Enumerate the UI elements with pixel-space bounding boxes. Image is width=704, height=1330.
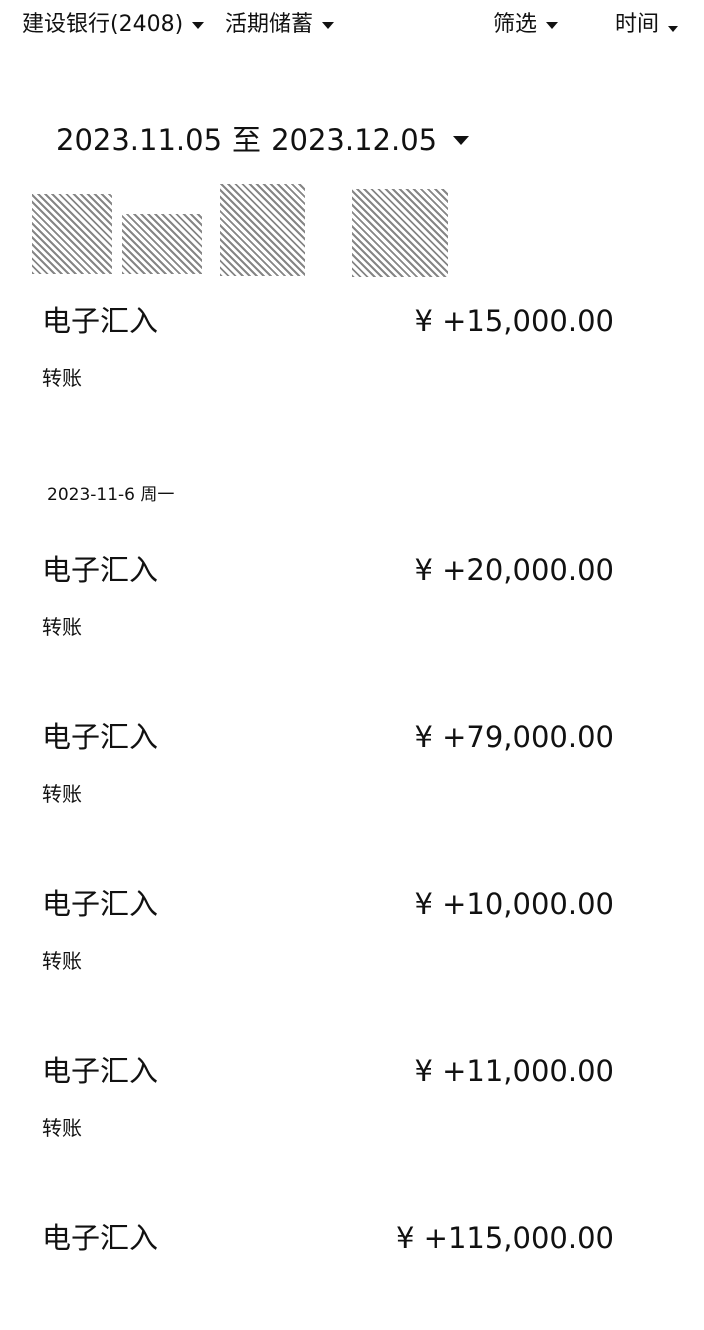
date-range-end: 2023.12.05 [271, 123, 438, 157]
transaction-title: 电子汇入 [42, 887, 159, 921]
chevron-down-icon [546, 21, 559, 29]
transaction-title: 电子汇入 [42, 553, 159, 587]
transaction-title: 电子汇入 [42, 1054, 159, 1088]
top-filter-bar: 建设银行(2408) 活期储蓄 筛选 时间 [0, 0, 704, 52]
transaction-row[interactable]: 电子汇入 ¥ +10,000.00 转账 [0, 886, 704, 996]
chevron-down-icon [453, 135, 470, 145]
transaction-row[interactable]: 电子汇入 ¥ +15,000.00 转账 [0, 303, 704, 413]
transaction-amount: ¥ +20,000.00 [414, 553, 614, 587]
account-type-label: 活期储蓄 [225, 12, 314, 37]
transaction-amount: ¥ +11,000.00 [414, 1054, 614, 1088]
transaction-type: 转账 [42, 615, 82, 639]
redacted-area [32, 184, 212, 284]
transaction-amount: ¥ +79,000.00 [414, 720, 614, 754]
transaction-row[interactable]: 电子汇入 ¥ +20,000.00 转账 [0, 552, 704, 662]
account-type-dropdown[interactable]: 活期储蓄 [225, 10, 335, 40]
transaction-amount: ¥ +115,000.00 [395, 1221, 614, 1255]
account-dropdown[interactable]: 建设银行(2408) [22, 10, 205, 40]
transaction-type: 转账 [42, 949, 82, 973]
account-label: 建设银行(2408) [22, 12, 184, 37]
time-dropdown[interactable]: 时间 [615, 10, 679, 40]
transaction-type: 转账 [42, 366, 82, 390]
transaction-row[interactable]: 电子汇入 ¥ +79,000.00 转账 [0, 719, 704, 829]
transaction-row[interactable]: 电子汇入 ¥ +115,000.00 [0, 1220, 704, 1330]
transaction-title: 电子汇入 [42, 304, 159, 338]
date-range-selector[interactable]: 2023.11.05 至 2023.12.05 [56, 122, 470, 158]
filter-dropdown[interactable]: 筛选 [493, 10, 559, 40]
chevron-down-icon [192, 21, 205, 29]
date-group-header: 2023-11-6 周一 [47, 485, 175, 505]
transaction-title: 电子汇入 [42, 1221, 159, 1255]
transaction-title: 电子汇入 [42, 720, 159, 754]
date-range-separator: 至 [232, 123, 262, 157]
chevron-down-icon [668, 26, 679, 32]
transaction-type: 转账 [42, 782, 82, 806]
filter-label: 筛选 [493, 12, 538, 37]
time-label: 时间 [615, 12, 660, 37]
chevron-down-icon [322, 21, 335, 29]
transaction-amount: ¥ +15,000.00 [414, 304, 614, 338]
transaction-row[interactable]: 电子汇入 ¥ +11,000.00 转账 [0, 1053, 704, 1163]
date-range-start: 2023.11.05 [56, 123, 223, 157]
redacted-area [352, 184, 452, 284]
transaction-type: 转账 [42, 1116, 82, 1140]
redacted-area [220, 184, 310, 284]
transaction-amount: ¥ +10,000.00 [414, 887, 614, 921]
